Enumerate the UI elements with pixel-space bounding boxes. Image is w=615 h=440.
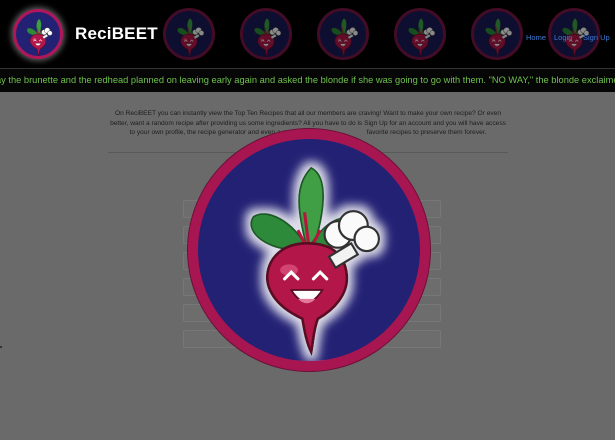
marquee-text: ay the brunette and the redhead planned … <box>0 75 615 85</box>
nav-login-link[interactable]: Login <box>554 33 572 42</box>
joke-marquee: ay the brunette and the redhead planned … <box>0 68 615 92</box>
beet-chef-icon <box>26 18 53 56</box>
beet-chef-icon <box>163 8 215 60</box>
splash-logo <box>188 129 430 371</box>
beet-chef-icon <box>471 8 523 60</box>
beet-chef-icon <box>317 8 369 60</box>
intro-text-tail: favorite recipes to preserve them foreve… <box>364 129 487 137</box>
navbar: ReciBEET Home Login Sign Up <box>0 0 615 68</box>
brand-logo[interactable] <box>13 9 63 59</box>
nav-signup-link[interactable]: Sign Up <box>583 33 610 42</box>
edge-mark <box>0 346 2 348</box>
nav-home-link[interactable]: Home <box>526 33 546 42</box>
beet-chef-icon <box>240 8 292 60</box>
brand-name[interactable]: ReciBEET <box>75 24 158 44</box>
beet-chef-icon <box>394 8 446 60</box>
beet-chef-icon <box>249 166 381 354</box>
